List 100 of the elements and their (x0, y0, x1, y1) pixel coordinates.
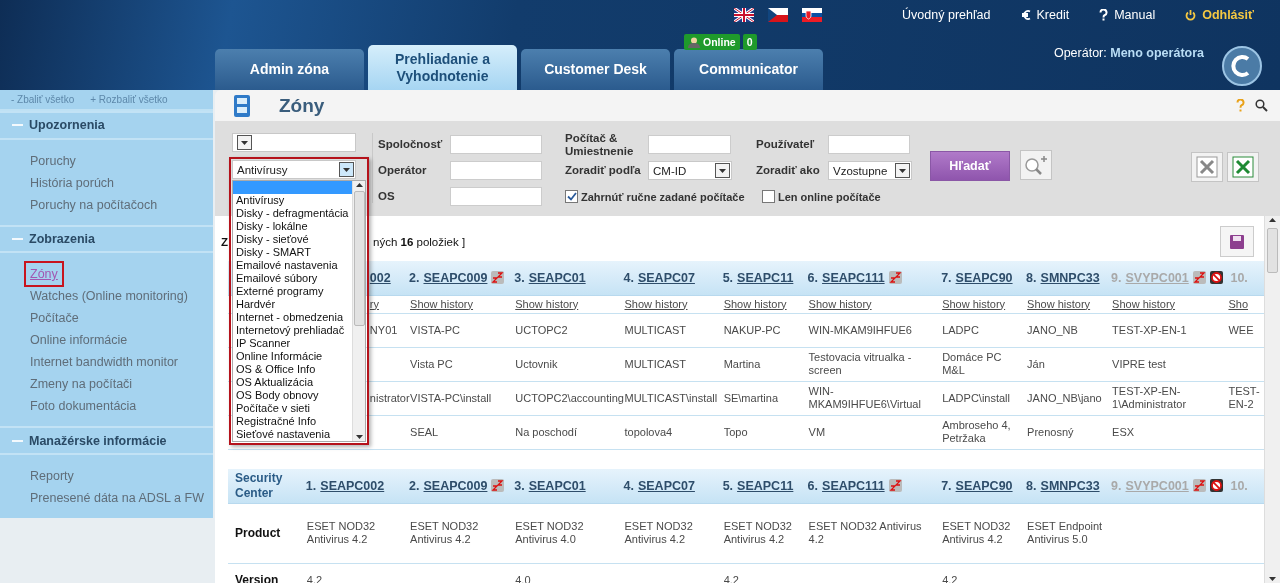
table-cell: 4.2 (302, 563, 407, 583)
history-link[interactable]: Show history (406, 295, 512, 313)
dropdown-option[interactable]: Emailové súbory (233, 272, 352, 285)
dropdown-option[interactable]: Disky - defragmentácia (233, 207, 352, 220)
dropdown-select[interactable]: CM-ID (648, 161, 732, 180)
column-header: 7. SEAPC90 (938, 469, 1024, 503)
table-cell: MULTICAST (620, 313, 720, 347)
header-link[interactable]: Odhlásiť (1185, 8, 1254, 22)
computer-link[interactable]: SEAPC002 (320, 478, 385, 493)
summary-text: ných 16 položiek ] (373, 235, 466, 248)
dropdown-option[interactable]: Disky - SMART (233, 246, 352, 259)
input-field[interactable] (450, 135, 542, 154)
checkbox-label[interactable]: Zahrnúť ručne zadané počítače (581, 190, 745, 203)
history-link[interactable]: Show history (804, 295, 939, 313)
table-cell: 4.0 (511, 563, 621, 583)
czech-flag-icon[interactable] (768, 8, 789, 22)
export-button[interactable] (1227, 152, 1259, 182)
dropdown-option[interactable]: Disky - lokálne (233, 220, 352, 233)
dropdown-option[interactable]: OS & Office Info (233, 363, 352, 376)
input-field[interactable] (828, 135, 910, 154)
computer-link[interactable]: 002 (369, 270, 391, 285)
computer-link[interactable]: SEAPC01 (528, 478, 586, 493)
dropdown-option[interactable]: OS Body obnovy (233, 389, 352, 402)
header-link[interactable]: Manual (1099, 8, 1156, 22)
computer-link[interactable]: SEAPC01 (528, 270, 586, 285)
table-cell: topolova4 (620, 415, 720, 449)
history-link[interactable]: Show history (1108, 295, 1228, 313)
dropdown-select[interactable]: Vzostupne (828, 161, 912, 180)
dropdown-select[interactable] (232, 133, 356, 152)
computer-link[interactable]: SEAPC111 (822, 478, 885, 493)
computer-link[interactable]: SEAPC90 (955, 478, 1013, 493)
header-link[interactable]: Kredit (1020, 8, 1070, 22)
nav-tab[interactable]: Prehliadanie a Vyhodnotenie (368, 45, 517, 90)
sleep-icon (888, 479, 902, 493)
scroll-up-icon (355, 183, 363, 187)
british-flag-icon[interactable] (734, 8, 755, 22)
export-button[interactable] (1191, 152, 1223, 182)
dropdown-option[interactable]: Registračné Info (233, 415, 352, 428)
spreadsheet-icon (1232, 156, 1254, 178)
column-header: 5. SEAPC11 (719, 261, 805, 295)
help-icon[interactable] (1236, 99, 1245, 112)
scrollbar[interactable] (1264, 216, 1280, 583)
header-link[interactable]: Úvodný prehľad (902, 8, 991, 22)
scrollbar[interactable] (352, 181, 365, 441)
history-link[interactable]: Show history (938, 295, 1024, 313)
dropdown-option[interactable]: Disky - sieťové (233, 233, 352, 246)
nav-tab[interactable]: Customer Desk (521, 49, 670, 90)
dropdown-option[interactable]: Externé programy (233, 285, 352, 298)
history-link[interactable]: Show history (620, 295, 720, 313)
table-cell: 4.2 (938, 563, 1024, 583)
table-cell: LADPC (938, 313, 1024, 347)
dropdown-option[interactable]: OS Aktualizácia (233, 376, 352, 389)
nav-tab[interactable]: Admin zóna (215, 49, 364, 90)
zoom-in-button[interactable] (1020, 150, 1052, 180)
computer-link[interactable]: SMNPC33 (1040, 478, 1100, 493)
computer-link[interactable]: SEAPC009 (423, 478, 488, 493)
sidebar-section-header[interactable]: Zobrazenia (0, 224, 213, 254)
table-cell: JANO_NB\jano (1023, 381, 1109, 415)
computer-link[interactable]: SEAPC111 (822, 270, 885, 285)
scrollbar-thumb[interactable] (1267, 228, 1278, 273)
computer-link[interactable]: SEAPC07 (637, 270, 695, 285)
sidebar-item[interactable]: Internet bandwidth monitor (26, 351, 182, 374)
checkbox[interactable] (762, 190, 775, 203)
history-link[interactable]: Show history (1023, 295, 1109, 313)
history-link[interactable]: Show history (719, 295, 805, 313)
input-field[interactable] (450, 161, 542, 180)
checkmark-icon (566, 192, 577, 201)
dropdown-option[interactable]: Počítače v sieti (233, 402, 352, 415)
computer-link[interactable]: SEAPC009 (423, 270, 488, 285)
table-cell: ESET NOD32 Antivirus 4.2 (302, 503, 407, 563)
scrollbar-thumb[interactable] (353, 191, 365, 326)
dropdown-option[interactable]: Online Informácie (233, 350, 352, 363)
nav-tab[interactable]: Communicator (674, 49, 823, 90)
sidebar-section-header[interactable]: Manažérske informácie (0, 426, 213, 455)
search-button[interactable]: Hľadať (930, 151, 1010, 181)
zoom-in-icon (1024, 155, 1048, 175)
dropdown-select[interactable]: Antivírusy (232, 160, 356, 179)
save-button[interactable] (1220, 226, 1254, 257)
table-cell: LADPC\install (938, 381, 1024, 415)
input-field[interactable] (450, 187, 542, 206)
table-cell: ESET NOD32 Antivirus 4.2 (719, 503, 805, 563)
computer-link[interactable]: SEAPC11 (737, 478, 794, 493)
dropdown-option[interactable]: Sieťové nastavenia (233, 428, 352, 441)
computer-link[interactable]: SMNPC33 (1040, 270, 1100, 285)
dropdown-option[interactable]: Internetový prehliadač (233, 324, 352, 337)
sidebar-section-header[interactable]: Upozornenia (0, 111, 213, 140)
dropdown-option[interactable]: Internet - obmedzenia (233, 311, 352, 324)
dropdown-option[interactable]: IP Scanner (233, 337, 352, 350)
dropdown-option[interactable]: Antivírusy (233, 194, 352, 207)
history-link[interactable]: Show history (511, 295, 621, 313)
table-cell: TEST-XP-EN-1 (1108, 313, 1228, 347)
computer-link[interactable]: SEAPC90 (955, 270, 1013, 285)
search-icon[interactable] (1255, 99, 1268, 112)
input-field[interactable] (648, 135, 731, 154)
computer-link[interactable]: SEAPC07 (637, 478, 695, 493)
checkbox-label[interactable]: Len online počítače (778, 190, 881, 203)
checkbox[interactable] (565, 190, 578, 203)
dropdown-option[interactable]: Emailové nastavenia (233, 259, 352, 272)
slovak-flag-icon[interactable] (802, 8, 823, 22)
computer-link[interactable]: SEAPC11 (737, 270, 794, 285)
